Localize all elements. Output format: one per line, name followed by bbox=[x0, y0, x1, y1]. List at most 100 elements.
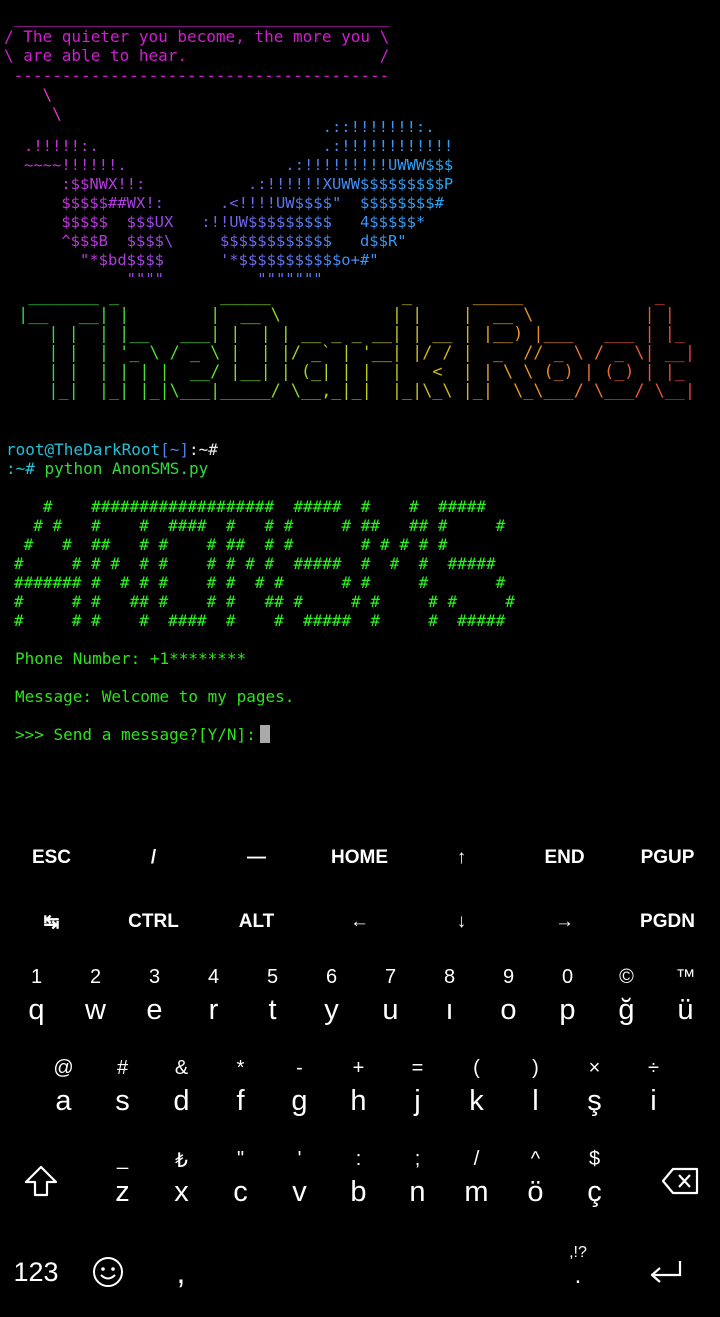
key-o[interactable]: 9o bbox=[479, 954, 538, 1044]
key-label: ı bbox=[445, 994, 454, 1026]
prompt-dir: [~] bbox=[160, 440, 190, 459]
key-hint: + bbox=[352, 1057, 365, 1079]
key-label: v bbox=[292, 1176, 307, 1208]
thedarkroot-banner: _______ _ _____ _ _____ _ |__ __| | | __… bbox=[8, 286, 695, 400]
key-k[interactable]: (k bbox=[447, 1045, 506, 1135]
end-key[interactable]: END bbox=[513, 826, 616, 890]
key-q[interactable]: 1q bbox=[7, 954, 66, 1044]
key-w[interactable]: 2w bbox=[66, 954, 125, 1044]
key-s[interactable]: # s bbox=[93, 1045, 152, 1135]
tab-key[interactable]: ↹ bbox=[0, 890, 103, 954]
backspace-icon[interactable] bbox=[650, 1150, 712, 1212]
comma-key[interactable]: , bbox=[150, 1244, 212, 1300]
key-j[interactable]: = j bbox=[388, 1045, 447, 1135]
key-hint: : bbox=[355, 1148, 362, 1170]
key-hint: 5 bbox=[266, 966, 279, 988]
key-a[interactable]: @ a bbox=[34, 1045, 93, 1135]
slash-key[interactable]: / bbox=[102, 826, 205, 890]
pgup-key[interactable]: PGUP bbox=[616, 826, 719, 890]
key-i[interactable]: ÷ i bbox=[624, 1045, 683, 1135]
key-c[interactable]: " c bbox=[211, 1136, 270, 1226]
command-text: python AnonSMS.py bbox=[34, 459, 209, 478]
phone-number-line: Phone Number: +1******** bbox=[15, 649, 246, 668]
key-hint: @ bbox=[53, 1057, 74, 1079]
phone-value: +1******** bbox=[149, 649, 247, 668]
esc-key[interactable]: ESC bbox=[0, 826, 103, 890]
key-label: q bbox=[28, 994, 45, 1026]
key-label: u bbox=[382, 994, 399, 1026]
key-label: z bbox=[115, 1176, 130, 1208]
key-label: i bbox=[650, 1085, 657, 1117]
key-hint: © bbox=[619, 966, 634, 988]
key-l[interactable]: ) l bbox=[506, 1045, 565, 1135]
period-key[interactable]: ,!? . bbox=[550, 1234, 606, 1300]
key-z[interactable]: _ z bbox=[93, 1136, 152, 1226]
key-hint: ^ bbox=[530, 1148, 541, 1170]
home-key[interactable]: HOME bbox=[308, 826, 411, 890]
key-f[interactable]: * f bbox=[211, 1045, 270, 1135]
key-hint: ™ bbox=[675, 966, 696, 988]
numbers-key[interactable]: 123 bbox=[4, 1244, 68, 1300]
key-d[interactable]: & d bbox=[152, 1045, 211, 1135]
key-y[interactable]: 6y bbox=[302, 954, 361, 1044]
down-arrow-key[interactable]: ↓ bbox=[410, 890, 513, 954]
key-label: b bbox=[350, 1176, 367, 1208]
alt-key[interactable]: ALT bbox=[205, 890, 308, 954]
key-hint: 6 bbox=[325, 966, 338, 988]
key-hint: 2 bbox=[89, 966, 102, 988]
key-hint: = bbox=[411, 1057, 424, 1079]
key-hint: / bbox=[473, 1148, 480, 1170]
key-b[interactable]: :b bbox=[329, 1136, 388, 1226]
prompt-prefix: :~# bbox=[6, 459, 35, 478]
key-r[interactable]: 4r bbox=[184, 954, 243, 1044]
key-n[interactable]: ; n bbox=[388, 1136, 447, 1226]
right-arrow-key[interactable]: → bbox=[513, 890, 616, 954]
key-label: o bbox=[500, 994, 517, 1026]
key-label: c bbox=[233, 1176, 248, 1208]
key-x[interactable]: ₺ x bbox=[152, 1136, 211, 1226]
prompt-tail: :~# bbox=[189, 440, 218, 459]
up-arrow-key[interactable]: ↑ bbox=[410, 826, 513, 890]
key-m[interactable]: / m bbox=[447, 1136, 506, 1226]
key-hint: ₺ bbox=[175, 1150, 188, 1172]
key-hint: # bbox=[116, 1057, 129, 1079]
left-arrow-key[interactable]: ← bbox=[308, 890, 411, 954]
pgdn-key[interactable]: PGDN bbox=[616, 890, 719, 954]
key-label: x bbox=[174, 1176, 189, 1208]
key-label: j bbox=[414, 1085, 421, 1117]
terminal-view[interactable]: _______________________________________ … bbox=[0, 0, 720, 820]
extra-keys-row-1: ESC / — HOME ↑ END PGUP bbox=[0, 826, 720, 890]
key-p[interactable]: 0p bbox=[538, 954, 597, 1044]
dash-key[interactable]: — bbox=[205, 826, 308, 890]
key-t[interactable]: 5t bbox=[243, 954, 302, 1044]
emoji-icon[interactable] bbox=[76, 1244, 140, 1300]
key-s-cedilla[interactable]: × ş bbox=[565, 1045, 624, 1135]
key-hint: ) bbox=[532, 1057, 539, 1079]
key-c-cedilla[interactable]: $ ç bbox=[565, 1136, 624, 1226]
key-hint: " bbox=[236, 1148, 245, 1170]
cowsay-speech-bubble: _______________________________________ … bbox=[4, 8, 390, 85]
key-hint: _ bbox=[116, 1148, 129, 1170]
space-bar[interactable] bbox=[220, 1244, 550, 1300]
shift-icon[interactable] bbox=[10, 1150, 72, 1212]
key-dotless-i[interactable]: 8ı bbox=[420, 954, 479, 1044]
key-g[interactable]: -g bbox=[270, 1045, 329, 1135]
ctrl-key[interactable]: CTRL bbox=[102, 890, 205, 954]
key-label: p bbox=[559, 994, 576, 1026]
key-label: ç bbox=[587, 1176, 602, 1208]
key-u[interactable]: 7u bbox=[361, 954, 420, 1044]
send-prompt-line: >>> Send a message?[Y/N]: bbox=[15, 725, 270, 744]
key-u-umlaut[interactable]: ™ ü bbox=[656, 954, 715, 1044]
key-hint: - bbox=[296, 1057, 303, 1079]
key-g-breve[interactable]: © ğ bbox=[597, 954, 656, 1044]
key-v[interactable]: ' v bbox=[270, 1136, 329, 1226]
key-e[interactable]: 3e bbox=[125, 954, 184, 1044]
key-h[interactable]: + h bbox=[329, 1045, 388, 1135]
enter-icon[interactable] bbox=[634, 1244, 698, 1300]
key-hint: ÷ bbox=[648, 1057, 659, 1079]
key-hint: & bbox=[174, 1057, 189, 1079]
key-o-umlaut[interactable]: ^ ö bbox=[506, 1136, 565, 1226]
key-label: k bbox=[469, 1085, 484, 1117]
key-label: ş bbox=[587, 1085, 602, 1117]
key-hint: 1 bbox=[30, 966, 43, 988]
